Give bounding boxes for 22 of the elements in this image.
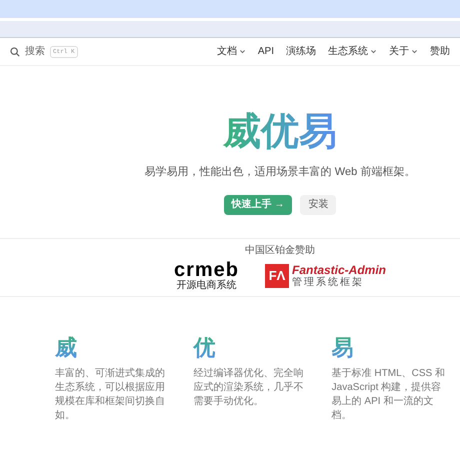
install-button[interactable]: 安装 xyxy=(300,194,336,214)
nav-link[interactable]: 文档 xyxy=(216,44,246,59)
search-label[interactable]: 搜索 xyxy=(25,44,45,59)
nav-link[interactable]: 关于 xyxy=(389,44,418,59)
sponsor-logo-name[interactable]: Fantastic-Admin xyxy=(292,264,386,276)
feature-title: 易 xyxy=(332,335,354,361)
hero-tagline: 易学易用，性能出色，适用场景丰富的 Web 前端框架。 xyxy=(144,164,416,180)
search-icon[interactable] xyxy=(10,46,20,56)
logo-mark: FΛ xyxy=(265,264,289,288)
feature-text: 基于标准 HTML、CSS 和 JavaScript 构建，提供容易上的 API 和一流的文档。 xyxy=(332,367,446,423)
sponsor-logo-name[interactable]: crmeb xyxy=(174,260,239,280)
sponsor-logo-subtitle: 开源电商系统 xyxy=(176,280,236,291)
feature-text: 丰富的、可渐进式集成的生态系统，可以根据应用规模在库和框架间切换自如。 xyxy=(55,367,166,423)
feature-title: 优 xyxy=(193,335,216,361)
nav-link[interactable]: API xyxy=(258,44,274,59)
feature-text: 经过编译器优化、完全响应式的渲染系统，几乎不需要手动优化。 xyxy=(193,367,304,409)
sponsor-logo-subtitle: 管理系统框架 xyxy=(292,276,365,288)
feature-title: 威 xyxy=(55,335,77,361)
nav-link[interactable]: 演练场 xyxy=(286,44,316,59)
nav-link[interactable]: 生态系统 xyxy=(328,44,377,59)
nav-link[interactable]: 赞助 xyxy=(430,44,450,59)
sponsor-heading: 中国区铂金赞助 xyxy=(245,244,315,258)
